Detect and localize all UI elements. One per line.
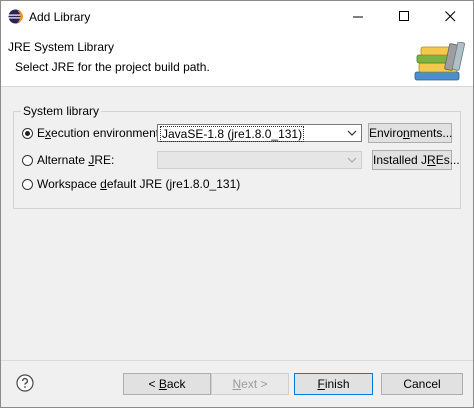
group-legend: System library	[21, 104, 102, 118]
execution-environment-radio[interactable]: Execution environment:	[22, 126, 162, 140]
environments-button[interactable]: Environments...	[368, 123, 452, 143]
chevron-down-icon	[347, 130, 357, 136]
alternate-jre-select[interactable]	[157, 151, 362, 169]
back-button[interactable]: < Back	[123, 373, 211, 395]
alternate-jre-radio[interactable]: Alternate JRE:	[22, 153, 114, 167]
cancel-button[interactable]: Cancel	[381, 373, 463, 395]
radio-indicator	[22, 178, 33, 190]
alternate-jre-label: Alternate JRE:	[37, 153, 115, 167]
books-library-icon	[414, 42, 465, 81]
radio-indicator	[22, 127, 33, 139]
footer-separator	[1, 360, 473, 361]
close-icon	[444, 11, 455, 22]
eclipse-icon	[8, 9, 23, 24]
execution-environment-label: Execution environment:	[37, 126, 163, 140]
wizard-header: JRE System Library Select JRE for the pr…	[1, 32, 473, 87]
execution-environment-select[interactable]: JavaSE-1.8 (jre1.8.0_131)	[157, 124, 362, 142]
chevron-down-icon	[347, 157, 357, 163]
close-button[interactable]	[427, 1, 473, 32]
window-title: Add Library	[29, 10, 91, 24]
add-library-dialog: Add Library JRE System Library Select JR…	[0, 0, 474, 408]
title-bar: Add Library	[1, 1, 473, 32]
radio-indicator	[22, 154, 33, 166]
workspace-default-jre-radio[interactable]: Workspace default JRE (jre1.8.0_131)	[22, 177, 240, 191]
next-button[interactable]: Next >	[211, 373, 289, 395]
minimize-button[interactable]	[335, 1, 381, 32]
minimize-icon	[352, 16, 363, 18]
installed-jres-button[interactable]: Installed JREs...	[372, 150, 460, 170]
page-description: Select JRE for the project build path.	[15, 60, 210, 74]
maximize-button[interactable]	[381, 1, 427, 32]
execution-environment-value: JavaSE-1.8 (jre1.8.0_131)	[159, 126, 305, 142]
workspace-default-jre-label: Workspace default JRE (jre1.8.0_131)	[37, 177, 241, 191]
maximize-icon	[398, 11, 409, 21]
page-title: JRE System Library	[8, 40, 115, 54]
help-icon[interactable]	[16, 374, 34, 392]
finish-button[interactable]: Finish	[294, 373, 373, 395]
